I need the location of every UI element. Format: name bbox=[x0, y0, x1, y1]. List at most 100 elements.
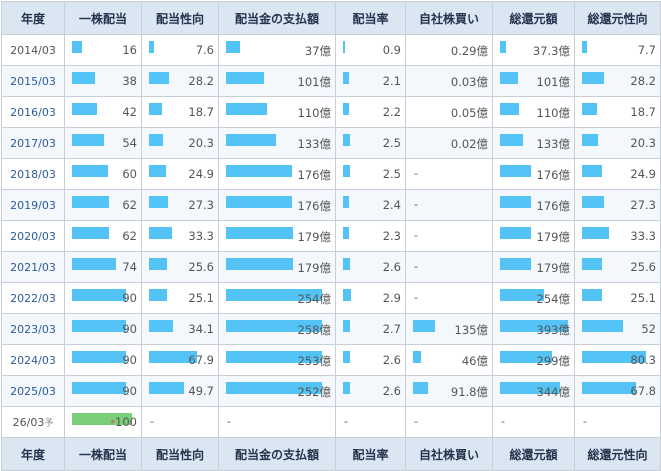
total-return-cell: - bbox=[492, 406, 575, 438]
dividend-per-share-value: 38 bbox=[122, 74, 137, 88]
dividend-yield-value: 2.7 bbox=[382, 322, 401, 336]
dividend-yield-value: 2.2 bbox=[382, 105, 401, 119]
table-row: 2015/03 38 28.2 101億 2.1 0.03億 101億 28.2 bbox=[1, 65, 661, 97]
total-return-value: 299億 bbox=[536, 354, 570, 368]
payout-ratio-cell: 7.6 bbox=[141, 34, 219, 66]
total-return-value: 179億 bbox=[536, 230, 570, 244]
dividend-per-share-value: 54 bbox=[122, 136, 137, 150]
year-cell[interactable]: 2019/03 bbox=[1, 189, 65, 221]
col-footer-dividend-per-share[interactable]: 一株配当 bbox=[64, 437, 142, 471]
total-return-cell: 110億 bbox=[492, 96, 575, 128]
dividend-paid-value: 37億 bbox=[304, 44, 331, 58]
col-footer-year[interactable]: 年度 bbox=[1, 437, 65, 471]
dividend-per-share-value: 74 bbox=[122, 260, 137, 274]
payout-ratio-value: 27.3 bbox=[188, 198, 214, 212]
col-footer-payout-ratio[interactable]: 配当性向 bbox=[141, 437, 219, 471]
empty-dash: - bbox=[414, 167, 418, 180]
col-footer-dividend-paid[interactable]: 配当金の支払額 bbox=[218, 437, 336, 471]
col-footer-dividend-yield[interactable]: 配当率 bbox=[335, 437, 406, 471]
dividend-per-share-bar bbox=[72, 258, 116, 270]
col-header-buyback[interactable]: 自社株買い bbox=[405, 1, 493, 35]
col-header-dividend-yield[interactable]: 配当率 bbox=[335, 1, 406, 35]
dividend-per-share-bar bbox=[72, 289, 126, 301]
total-return-value: 176億 bbox=[536, 168, 570, 182]
total-return-bar bbox=[500, 165, 531, 177]
col-header-total-return-ratio[interactable]: 総還元性向 bbox=[574, 1, 661, 35]
year-cell[interactable]: 2015/03 bbox=[1, 65, 65, 97]
col-header-dividend-per-share[interactable]: 一株配当 bbox=[64, 1, 142, 35]
total-return-value: 133億 bbox=[536, 137, 570, 151]
total-return-cell: 393億 bbox=[492, 313, 575, 345]
dividend-per-share-value: 42 bbox=[122, 105, 137, 119]
dividend-yield-cell: 2.2 bbox=[335, 96, 406, 128]
payout-ratio-value: 34.1 bbox=[188, 322, 214, 336]
empty-dash: - bbox=[344, 415, 348, 428]
dividend-per-share-value: 62 bbox=[122, 229, 137, 243]
dividend-table: 年度 一株配当 配当性向 配当金の支払額 配当率 自社株買い 総還元額 総還元性… bbox=[1, 1, 661, 471]
dividend-paid-bar bbox=[226, 103, 267, 115]
dividend-per-share-bar bbox=[72, 227, 109, 239]
col-header-dividend-paid[interactable]: 配当金の支払額 bbox=[218, 1, 336, 35]
year-cell[interactable]: 2016/03 bbox=[1, 96, 65, 128]
col-footer-total-return[interactable]: 総還元額 bbox=[492, 437, 575, 471]
table-row: 2019/03 62 27.3 176億 2.4- 176億 27.3 bbox=[1, 189, 661, 221]
year-cell[interactable]: 2025/03 bbox=[1, 375, 65, 407]
header-row: 年度 一株配当 配当性向 配当金の支払額 配当率 自社株買い 総還元額 総還元性… bbox=[1, 1, 661, 35]
total-return-ratio-cell: - bbox=[574, 406, 661, 438]
dividend-yield-cell: 2.5 bbox=[335, 127, 406, 159]
year-cell[interactable]: 2021/03 bbox=[1, 251, 65, 283]
total-return-cell: 176億 bbox=[492, 158, 575, 190]
dividend-per-share-cell: 90 bbox=[64, 313, 142, 345]
dividend-yield-cell: 2.5 bbox=[335, 158, 406, 190]
dividend-paid-value: 110億 bbox=[297, 106, 331, 120]
buyback-value: 0.05億 bbox=[450, 106, 488, 120]
dividend-per-share-value: 62 bbox=[122, 198, 137, 212]
dividend-paid-value: 133億 bbox=[297, 137, 331, 151]
year-cell[interactable]: 2022/03 bbox=[1, 282, 65, 314]
dividend-yield-bar bbox=[343, 196, 349, 208]
dividend-yield-cell: 2.9 bbox=[335, 282, 406, 314]
dividend-yield-bar bbox=[343, 320, 350, 332]
year-cell[interactable]: 2023/03 bbox=[1, 313, 65, 345]
empty-dash: - bbox=[583, 415, 587, 428]
col-footer-buyback[interactable]: 自社株買い bbox=[405, 437, 493, 471]
year-cell[interactable]: 2018/03 bbox=[1, 158, 65, 190]
col-header-year[interactable]: 年度 bbox=[1, 1, 65, 35]
payout-ratio-value: 20.3 bbox=[188, 136, 214, 150]
dividend-per-share-bar bbox=[72, 103, 97, 115]
col-footer-total-return-ratio[interactable]: 総還元性向 bbox=[574, 437, 661, 471]
total-return-ratio-value: 20.3 bbox=[630, 136, 656, 150]
payout-ratio-cell: 27.3 bbox=[141, 189, 219, 221]
dividend-yield-value: 0.9 bbox=[382, 43, 401, 57]
year-cell[interactable]: 2017/03 bbox=[1, 127, 65, 159]
dividend-per-share-value: 90 bbox=[122, 322, 137, 336]
dividend-per-share-cell: 62 bbox=[64, 220, 142, 252]
col-header-total-return[interactable]: 総還元額 bbox=[492, 1, 575, 35]
payout-ratio-cell: 67.9 bbox=[141, 344, 219, 376]
dividend-paid-value: 252億 bbox=[297, 385, 331, 399]
buyback-value: 46億 bbox=[461, 354, 488, 368]
year-cell[interactable]: 2024/03 bbox=[1, 344, 65, 376]
dividend-yield-cell: - bbox=[335, 406, 406, 438]
col-header-payout-ratio[interactable]: 配当性向 bbox=[141, 1, 219, 35]
total-return-value: 393億 bbox=[536, 323, 570, 337]
total-return-ratio-cell: 7.7 bbox=[574, 34, 661, 66]
dividend-yield-value: 2.6 bbox=[382, 260, 401, 274]
total-return-ratio-bar bbox=[582, 134, 598, 146]
year-cell[interactable]: 2020/03 bbox=[1, 220, 65, 252]
dividend-paid-cell: 176億 bbox=[218, 158, 336, 190]
total-return-ratio-cell: 80.3 bbox=[574, 344, 661, 376]
total-return-bar bbox=[500, 103, 519, 115]
year-cell-forecast: 26/03予 bbox=[1, 406, 65, 438]
dividend-per-share-cell: 42 bbox=[64, 96, 142, 128]
total-return-ratio-value: 25.6 bbox=[630, 260, 656, 274]
dividend-yield-value: 2.9 bbox=[382, 291, 401, 305]
dividend-paid-bar bbox=[226, 227, 293, 239]
total-return-value: 110億 bbox=[536, 106, 570, 120]
total-return-value: 176億 bbox=[536, 199, 570, 213]
payout-ratio-bar bbox=[149, 196, 168, 208]
payout-ratio-cell: 33.3 bbox=[141, 220, 219, 252]
dividend-yield-value: 2.4 bbox=[382, 198, 401, 212]
dividend-yield-bar bbox=[343, 72, 349, 84]
dividend-per-share-cell: 90 bbox=[64, 344, 142, 376]
